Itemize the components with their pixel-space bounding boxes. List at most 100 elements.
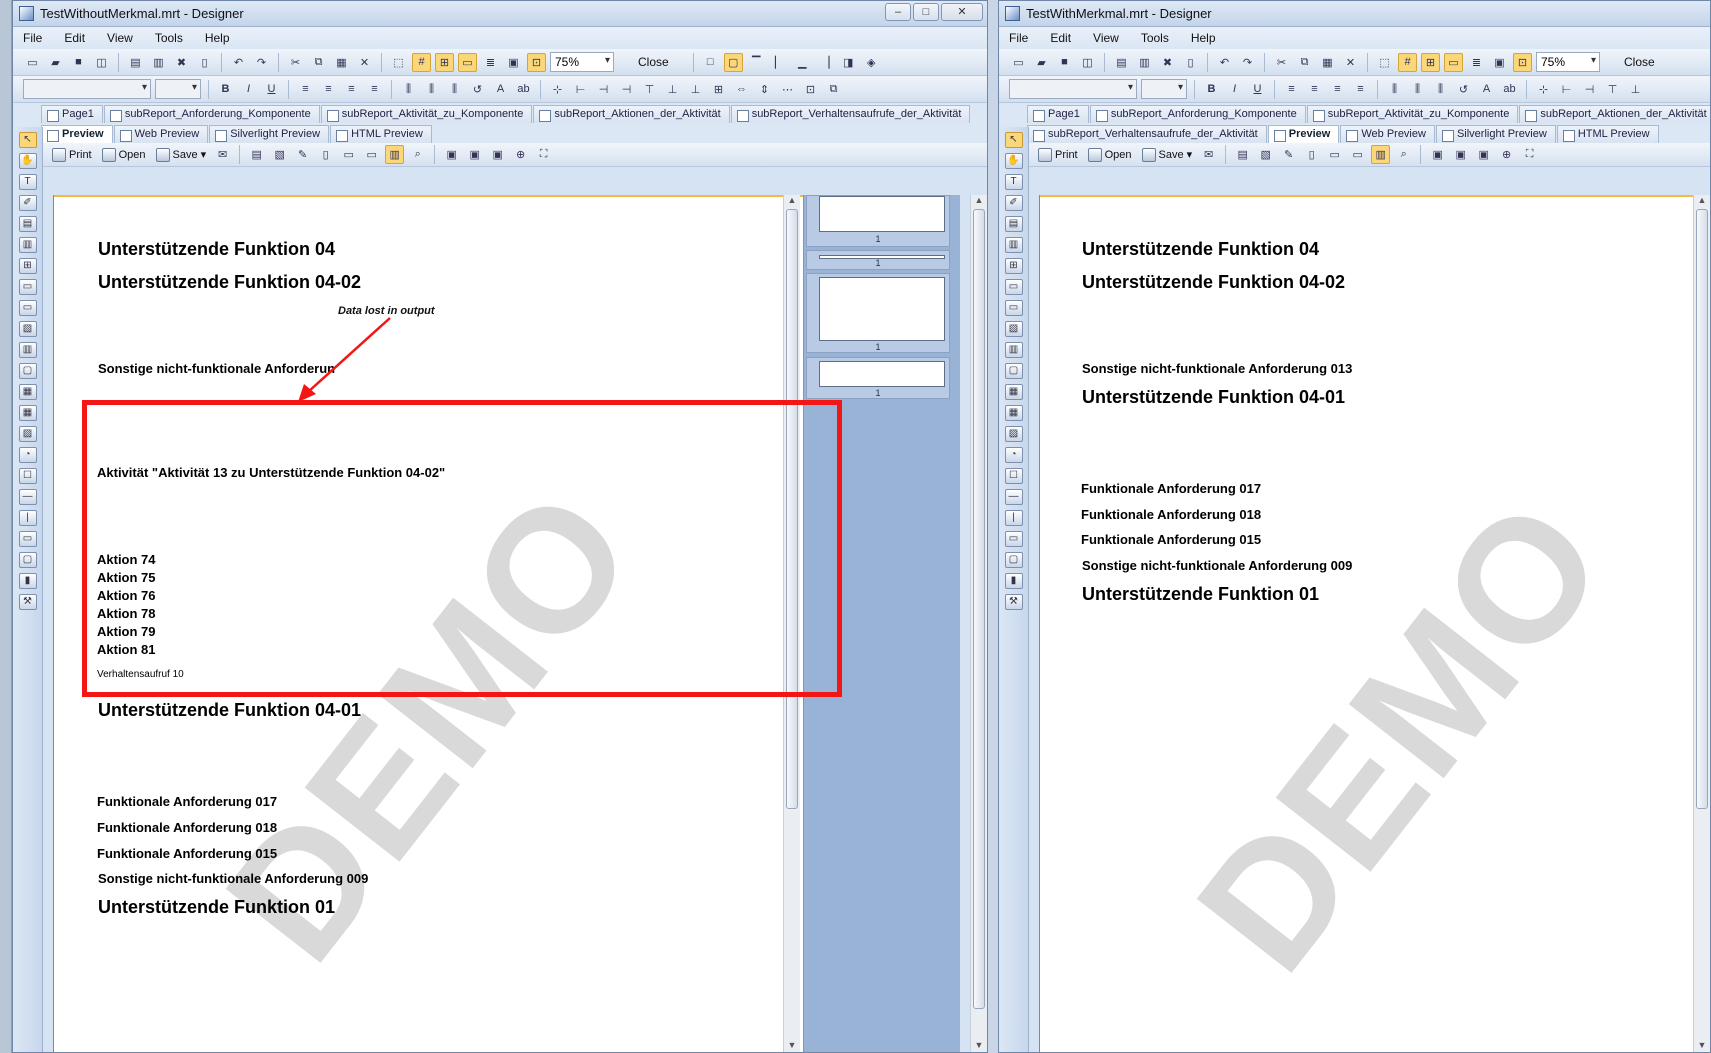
bookmarks-icon[interactable]: ▤ [1233, 145, 1252, 164]
copy-page-icon[interactable]: ▯ [1181, 53, 1200, 72]
page-icon[interactable]: ▤ [126, 53, 145, 72]
thumb-scroll-down-icon[interactable]: ▼ [971, 1040, 987, 1052]
thumbnails-icon[interactable]: ▯ [316, 145, 335, 164]
text-rotation-icon[interactable]: ↺ [1454, 80, 1473, 99]
valign-bottom-icon[interactable]: ⫼ [1431, 80, 1450, 99]
font-size-select-right[interactable] [1141, 79, 1187, 99]
shape-icon[interactable]: ▢ [18, 363, 37, 379]
continuous-icon[interactable]: ▣ [1451, 145, 1470, 164]
align-right-icon[interactable]: ≡ [1328, 80, 1347, 99]
minimize-button[interactable]: – [885, 3, 911, 21]
zoom-select[interactable]: 75% [550, 52, 614, 72]
parameters-icon[interactable]: ▧ [270, 145, 289, 164]
page-new-icon[interactable]: ▭ [339, 145, 358, 164]
scroll-thumb-right[interactable] [1696, 209, 1708, 809]
justify-icon[interactable]: ≡ [365, 80, 384, 99]
print-button[interactable]: Print [49, 147, 95, 162]
order-icon[interactable]: ≣ [481, 53, 500, 72]
shadow-icon[interactable]: ◨ [839, 53, 858, 72]
tab-html-preview[interactable]: HTML Preview [330, 125, 432, 143]
thumbnail-2[interactable]: 1 [806, 250, 950, 270]
tab-subreport-aktivitaet-right[interactable]: subReport_Aktivität_zu_Komponente [1306, 105, 1519, 123]
delete-page-icon[interactable]: ✖ [172, 53, 191, 72]
band-tool-icon[interactable]: ▤ [18, 216, 37, 232]
vertical-line-icon[interactable]: | [18, 510, 37, 526]
cut-icon[interactable]: ✂ [286, 53, 305, 72]
tab-silverlight-preview[interactable]: Silverlight Preview [209, 125, 330, 143]
tab-subreport-aktivitaet[interactable]: subReport_Aktivität_zu_Komponente [320, 105, 533, 123]
text-component-icon[interactable]: ▭ [18, 279, 37, 295]
barcode-icon[interactable]: ▥ [1004, 342, 1023, 358]
right-titlebar[interactable]: TestWithMerkmal.mrt - Designer [999, 1, 1710, 27]
tab-preview[interactable]: Preview [41, 125, 113, 143]
rounded-rectangle-icon[interactable]: ▢ [1004, 552, 1023, 568]
open-folder-icon[interactable]: ▰ [1032, 53, 1051, 72]
multiple-pages-icon[interactable]: ▣ [488, 145, 507, 164]
delete-icon[interactable]: ✕ [355, 53, 374, 72]
cut-icon[interactable]: ✂ [1272, 53, 1291, 72]
menu-tools[interactable]: Tools [155, 31, 183, 45]
align-middles-icon[interactable]: ⊥ [663, 80, 682, 99]
border-all-icon[interactable]: □ [701, 53, 720, 72]
grid-icon[interactable]: # [1398, 52, 1417, 72]
report-icon[interactable]: ▥ [1135, 53, 1154, 72]
crosstab-icon[interactable]: ▦ [18, 405, 37, 421]
image-icon[interactable]: ▧ [18, 321, 37, 337]
valign-middle-icon[interactable]: ⫼ [422, 80, 441, 99]
find-icon[interactable]: ⌕ [1394, 145, 1413, 164]
text-tool-icon[interactable]: T [1004, 174, 1023, 190]
rounded-rectangle-icon[interactable]: ▢ [18, 552, 37, 568]
copy-icon[interactable]: ⧉ [309, 53, 328, 72]
page-design-icon[interactable]: ▥ [385, 145, 405, 164]
print-button-right[interactable]: Print [1035, 147, 1081, 162]
align-right-edges-icon[interactable]: ⊣ [617, 80, 636, 99]
copy-page-icon[interactable]: ▯ [195, 53, 214, 72]
save-button-right[interactable]: Save ▾ [1139, 147, 1196, 162]
font-color-icon[interactable]: A [1477, 80, 1496, 99]
align-tops-icon[interactable]: ⊤ [640, 80, 659, 99]
thumbnail-3[interactable]: 1 [806, 273, 950, 353]
save-icon[interactable]: ■ [69, 53, 88, 72]
menu-view[interactable]: View [107, 31, 133, 45]
align-bottoms-icon[interactable]: ⊥ [686, 80, 705, 99]
align-centers-icon[interactable]: ⊣ [594, 80, 613, 99]
edit-icon[interactable]: ✎ [293, 145, 312, 164]
menu-view-right[interactable]: View [1093, 31, 1119, 45]
zoom-icon[interactable]: ⊕ [1497, 145, 1516, 164]
justify-icon[interactable]: ≡ [1351, 80, 1370, 99]
font-size-select[interactable] [155, 79, 201, 99]
select-tool-icon[interactable]: ↖ [18, 132, 37, 148]
show-headers-icon[interactable]: ▭ [458, 52, 477, 72]
page-design-icon[interactable]: ▥ [1371, 145, 1391, 164]
close-window-button[interactable]: ✕ [941, 3, 983, 21]
scroll-up-icon[interactable]: ▲ [784, 195, 800, 209]
valign-top-icon[interactable]: ⫼ [1385, 80, 1404, 99]
menu-edit[interactable]: Edit [64, 31, 85, 45]
send-icon[interactable]: ✉ [213, 145, 232, 164]
zoom-page-icon[interactable]: ⊡ [1513, 52, 1532, 72]
align-left-edges-icon[interactable]: ⊢ [1557, 80, 1576, 99]
tab-html-preview-right[interactable]: HTML Preview [1556, 125, 1659, 143]
save-button[interactable]: Save ▾ [153, 147, 210, 162]
find-icon[interactable]: ⌕ [408, 145, 427, 164]
format-painter-icon[interactable]: ✐ [18, 195, 37, 211]
zoom-icon[interactable]: ⊕ [511, 145, 530, 164]
tab-subreport-aktionen-right[interactable]: subReport_Aktionen_der_Aktivität [1519, 105, 1710, 123]
bar-chart-icon[interactable]: ▮ [18, 573, 37, 589]
same-width-icon[interactable]: ⇔ [732, 80, 751, 99]
page-scrollbar-right[interactable]: ▲ ▼ [1693, 195, 1710, 1052]
spacing-icon[interactable]: ⋯ [778, 80, 797, 99]
undo-icon[interactable]: ↶ [1215, 53, 1234, 72]
highlight-icon[interactable]: ab [514, 80, 533, 99]
preview-icon[interactable]: ◫ [92, 53, 111, 72]
maximize-button[interactable]: □ [913, 3, 939, 21]
table-icon[interactable]: ▦ [18, 384, 37, 400]
new-icon[interactable]: ▭ [23, 53, 42, 72]
fullscreen-icon[interactable]: ⛶ [1520, 145, 1539, 164]
valign-top-icon[interactable]: ⫼ [399, 80, 418, 99]
font-color-icon[interactable]: A [491, 80, 510, 99]
center-icon[interactable]: ⊡ [801, 80, 820, 99]
same-height-icon[interactable]: ⇕ [755, 80, 774, 99]
parameters-icon[interactable]: ▧ [1256, 145, 1275, 164]
new-icon[interactable]: ▭ [1009, 53, 1028, 72]
